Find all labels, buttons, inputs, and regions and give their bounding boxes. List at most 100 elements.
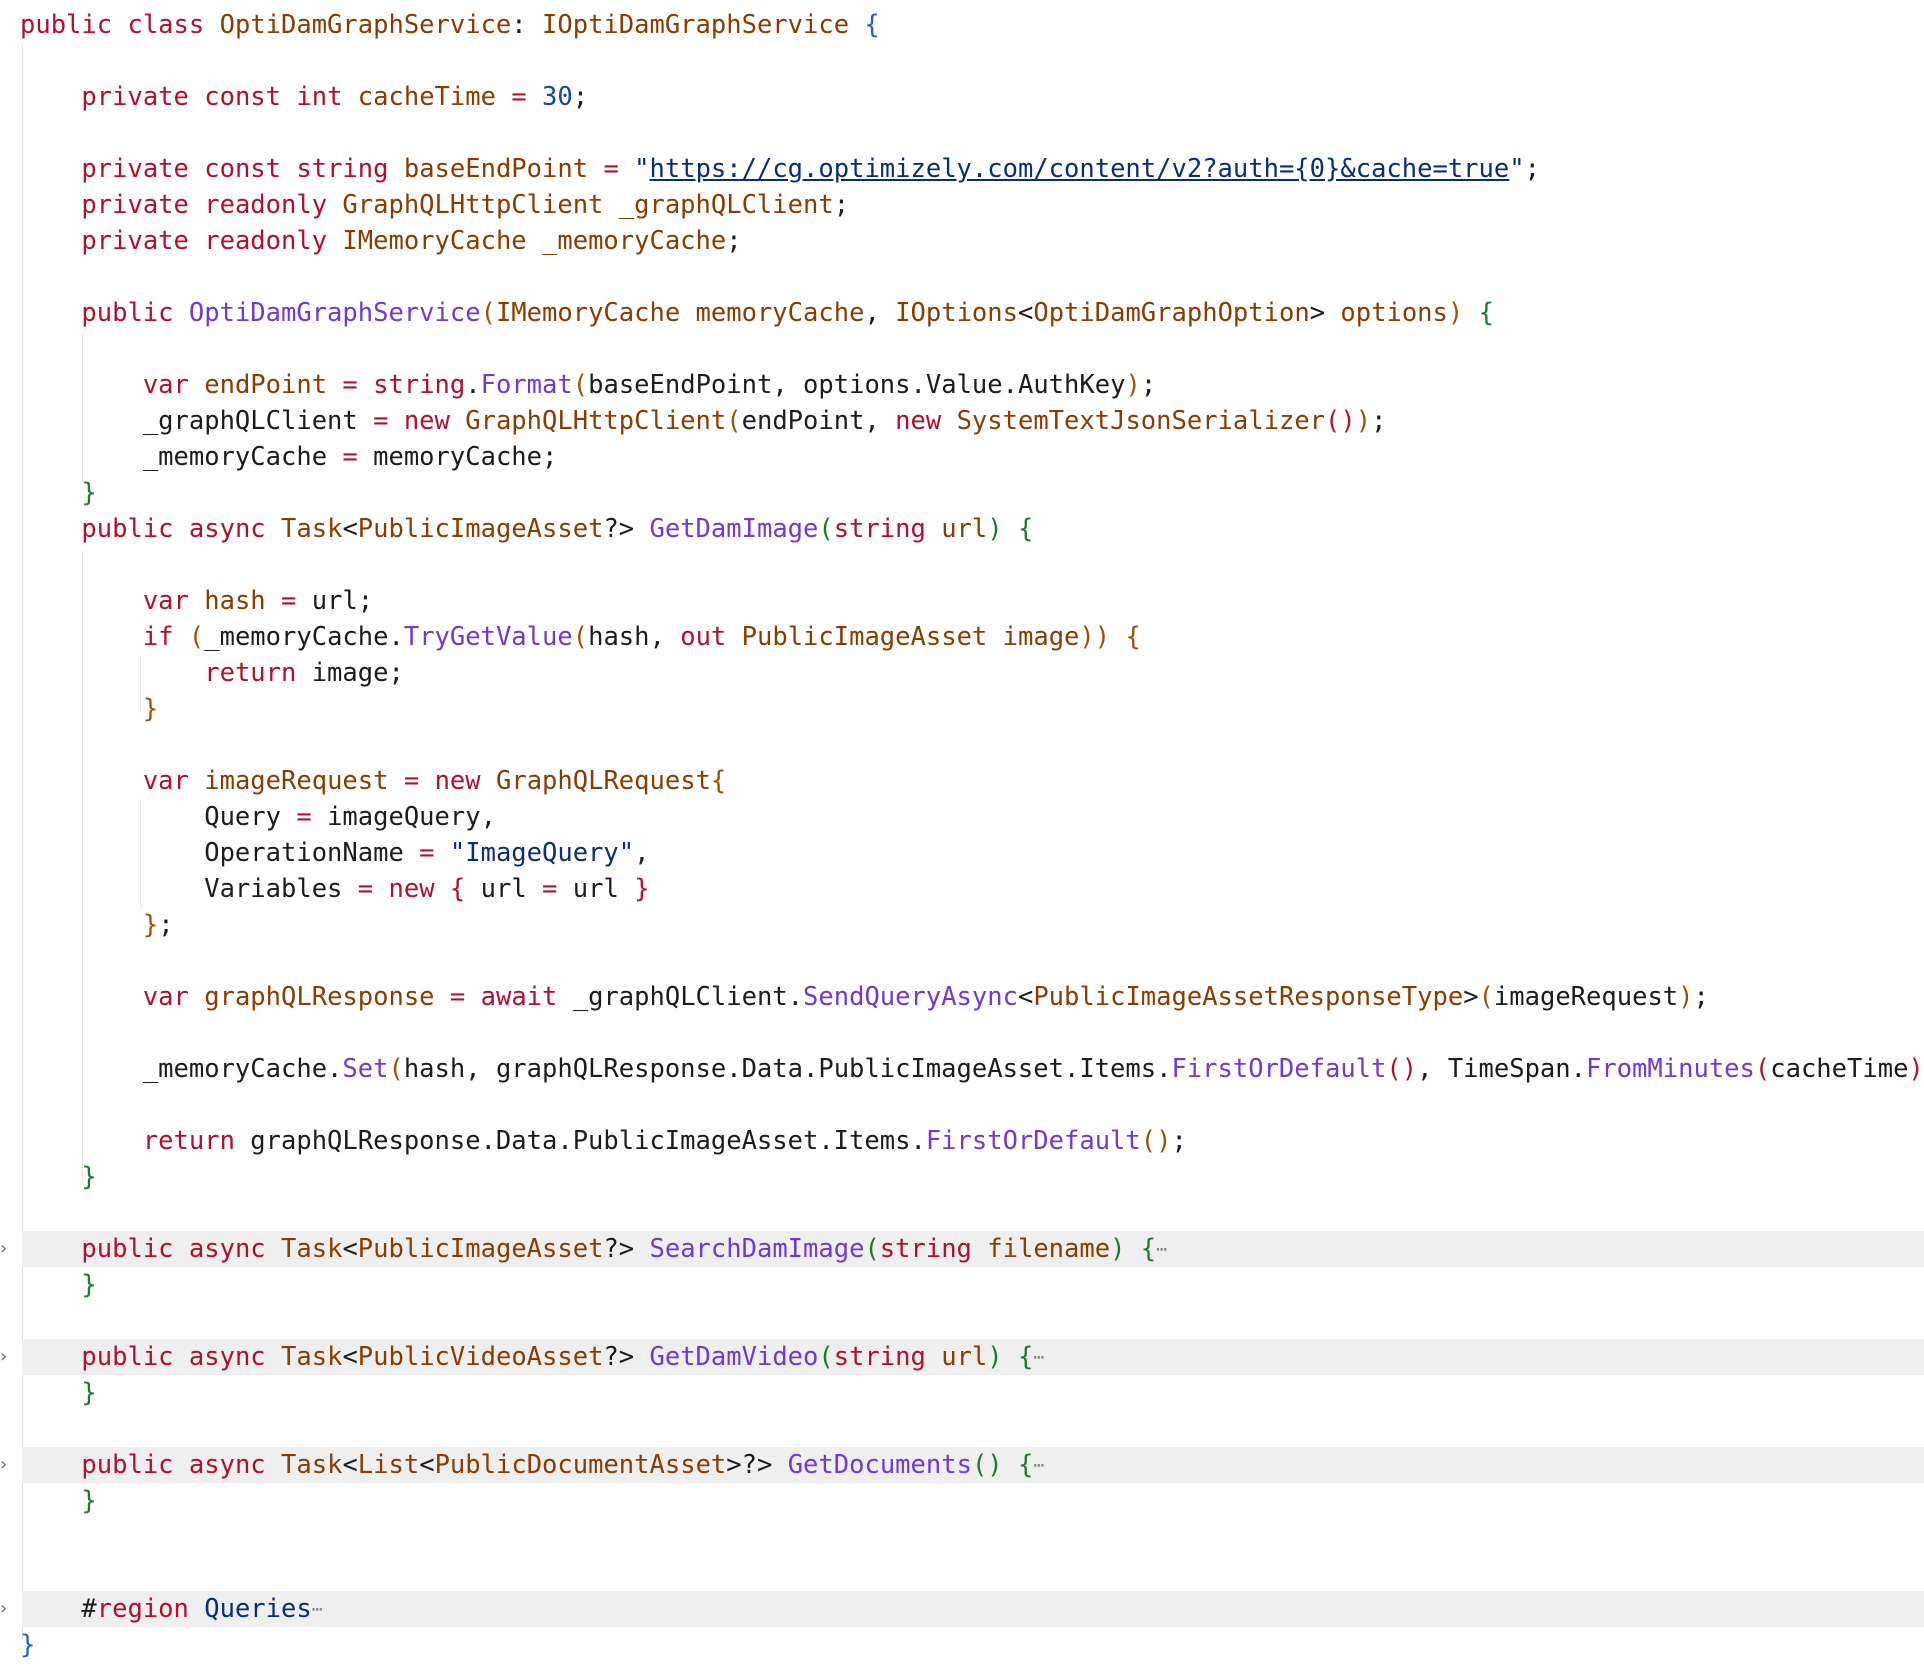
folded-region-ellipsis[interactable]: ⋯ (1033, 1455, 1044, 1476)
folded-code-line[interactable]: › public async Task<List<PublicDocumentA… (0, 1447, 1924, 1483)
code-line[interactable] (0, 259, 1924, 295)
code-token: Query (20, 802, 297, 832)
code-line[interactable]: var graphQLResponse = await _graphQLClie… (0, 979, 1924, 1015)
code-token: SystemTextJsonSerializer (956, 406, 1326, 436)
code-line[interactable]: } (0, 1159, 1924, 1195)
folded-code-line[interactable]: › #region Queries⋯ (0, 1591, 1924, 1627)
fold-chevron-icon[interactable]: › (0, 1339, 9, 1375)
code-token: ; (1171, 1126, 1187, 1156)
code-line[interactable] (0, 1195, 1924, 1231)
code-token: url (480, 874, 543, 904)
code-line[interactable] (0, 1555, 1924, 1591)
code-text: Query = imageQuery, (20, 799, 496, 835)
code-line[interactable]: private readonly IMemoryCache _memoryCac… (0, 223, 1924, 259)
code-token: < (342, 514, 358, 544)
code-line[interactable]: private const int cacheTime = 30; (0, 79, 1924, 115)
code-token: IOptiDamGraphService (542, 10, 865, 40)
code-line[interactable]: }; (0, 907, 1924, 943)
code-token: , TimeSpan. (1417, 1054, 1586, 1084)
code-token: private (81, 82, 205, 112)
folded-code-line[interactable]: › public async Task<PublicImageAsset?> S… (0, 1231, 1924, 1267)
code-token: var (142, 982, 205, 1012)
code-line[interactable]: } (0, 475, 1924, 511)
code-line[interactable]: } (0, 1375, 1924, 1411)
code-line[interactable]: if (_memoryCache.TryGetValue(hash, out P… (0, 619, 1924, 655)
code-token: ( (726, 406, 742, 436)
code-line[interactable]: private const string baseEndPoint = "htt… (0, 151, 1924, 187)
folded-region-ellipsis[interactable]: ⋯ (312, 1599, 323, 1620)
code-token: var (142, 766, 205, 796)
code-text: public OptiDamGraphService(IMemoryCache … (20, 295, 1494, 331)
code-line[interactable]: public OptiDamGraphService(IMemoryCache … (0, 295, 1924, 331)
code-token: < (419, 1450, 435, 1480)
code-token: async (188, 1342, 282, 1372)
code-token: return (142, 1126, 251, 1156)
code-token: region (96, 1594, 205, 1624)
code-line[interactable] (0, 1303, 1924, 1339)
code-line[interactable]: _memoryCache = memoryCache; (0, 439, 1924, 475)
code-token: = (281, 586, 312, 616)
code-line[interactable]: Query = imageQuery, (0, 799, 1924, 835)
code-line[interactable]: public async Task<PublicImageAsset?> Get… (0, 511, 1924, 547)
folded-region-ellipsis[interactable]: ⋯ (1156, 1239, 1167, 1260)
code-line[interactable]: } (0, 1483, 1924, 1519)
fold-chevron-icon[interactable]: › (0, 1231, 9, 1267)
code-token: ( (388, 1054, 404, 1084)
code-line[interactable]: _memoryCache.Set(hash, graphQLResponse.D… (0, 1051, 1924, 1087)
code-token: readonly (204, 226, 343, 256)
code-line[interactable] (0, 115, 1924, 151)
code-token: return (204, 658, 312, 688)
code-token: url (941, 1342, 988, 1372)
code-line[interactable]: var endPoint = string.Format(baseEndPoin… (0, 367, 1924, 403)
code-line[interactable] (0, 943, 1924, 979)
code-line[interactable] (0, 727, 1924, 763)
code-line[interactable]: return graphQLResponse.Data.PublicImageA… (0, 1123, 1924, 1159)
folded-code-line[interactable]: › public async Task<PublicVideoAsset?> G… (0, 1339, 1924, 1375)
code-token: TryGetValue (403, 622, 573, 652)
code-line[interactable] (0, 43, 1924, 79)
code-text: } (20, 475, 96, 511)
code-line[interactable]: var imageRequest = new GraphQLRequest{ (0, 763, 1924, 799)
code-line[interactable] (0, 547, 1924, 583)
code-line[interactable]: var hash = url; (0, 583, 1924, 619)
code-line[interactable]: _graphQLClient = new GraphQLHttpClient(e… (0, 403, 1924, 439)
code-token: , (634, 838, 650, 868)
code-line[interactable] (0, 1519, 1924, 1555)
code-line[interactable]: public class OptiDamGraphService: IOptiD… (0, 7, 1924, 43)
code-line[interactable]: } (0, 691, 1924, 727)
code-token: public (81, 1234, 189, 1264)
code-line[interactable] (0, 1087, 1924, 1123)
code-line[interactable] (0, 1411, 1924, 1447)
code-token: } (20, 1630, 36, 1660)
code-line[interactable]: private readonly GraphQLHttpClient _grap… (0, 187, 1924, 223)
folded-region-ellipsis[interactable]: ⋯ (1033, 1347, 1044, 1368)
code-line[interactable]: } (0, 1267, 1924, 1303)
fold-chevron-icon[interactable]: › (0, 1591, 9, 1627)
fold-chevron-icon[interactable]: › (0, 1447, 9, 1483)
code-token: > (1463, 982, 1479, 1012)
code-token: GraphQLHttpClient (465, 406, 727, 436)
code-line[interactable]: OperationName = "ImageQuery", (0, 835, 1924, 871)
code-token: FirstOrDefault (925, 1126, 1141, 1156)
code-line[interactable]: } (0, 1627, 1924, 1663)
code-text: _memoryCache.Set(hash, graphQLResponse.D… (20, 1051, 1924, 1087)
code-line[interactable] (0, 331, 1924, 367)
code-token: { (449, 874, 481, 904)
code-editor[interactable]: public class OptiDamGraphService: IOptiD… (0, 0, 1924, 1680)
code-line[interactable] (0, 1015, 1924, 1051)
code-token: = (511, 82, 543, 112)
code-token: Task (281, 514, 343, 544)
code-line[interactable]: Variables = new { url = url } (0, 871, 1924, 907)
code-token: < (342, 1450, 358, 1480)
code-token: ( (818, 1342, 834, 1372)
code-token: ( (480, 298, 496, 328)
code-line[interactable]: return image; (0, 655, 1924, 691)
code-token: hash, (588, 622, 681, 652)
